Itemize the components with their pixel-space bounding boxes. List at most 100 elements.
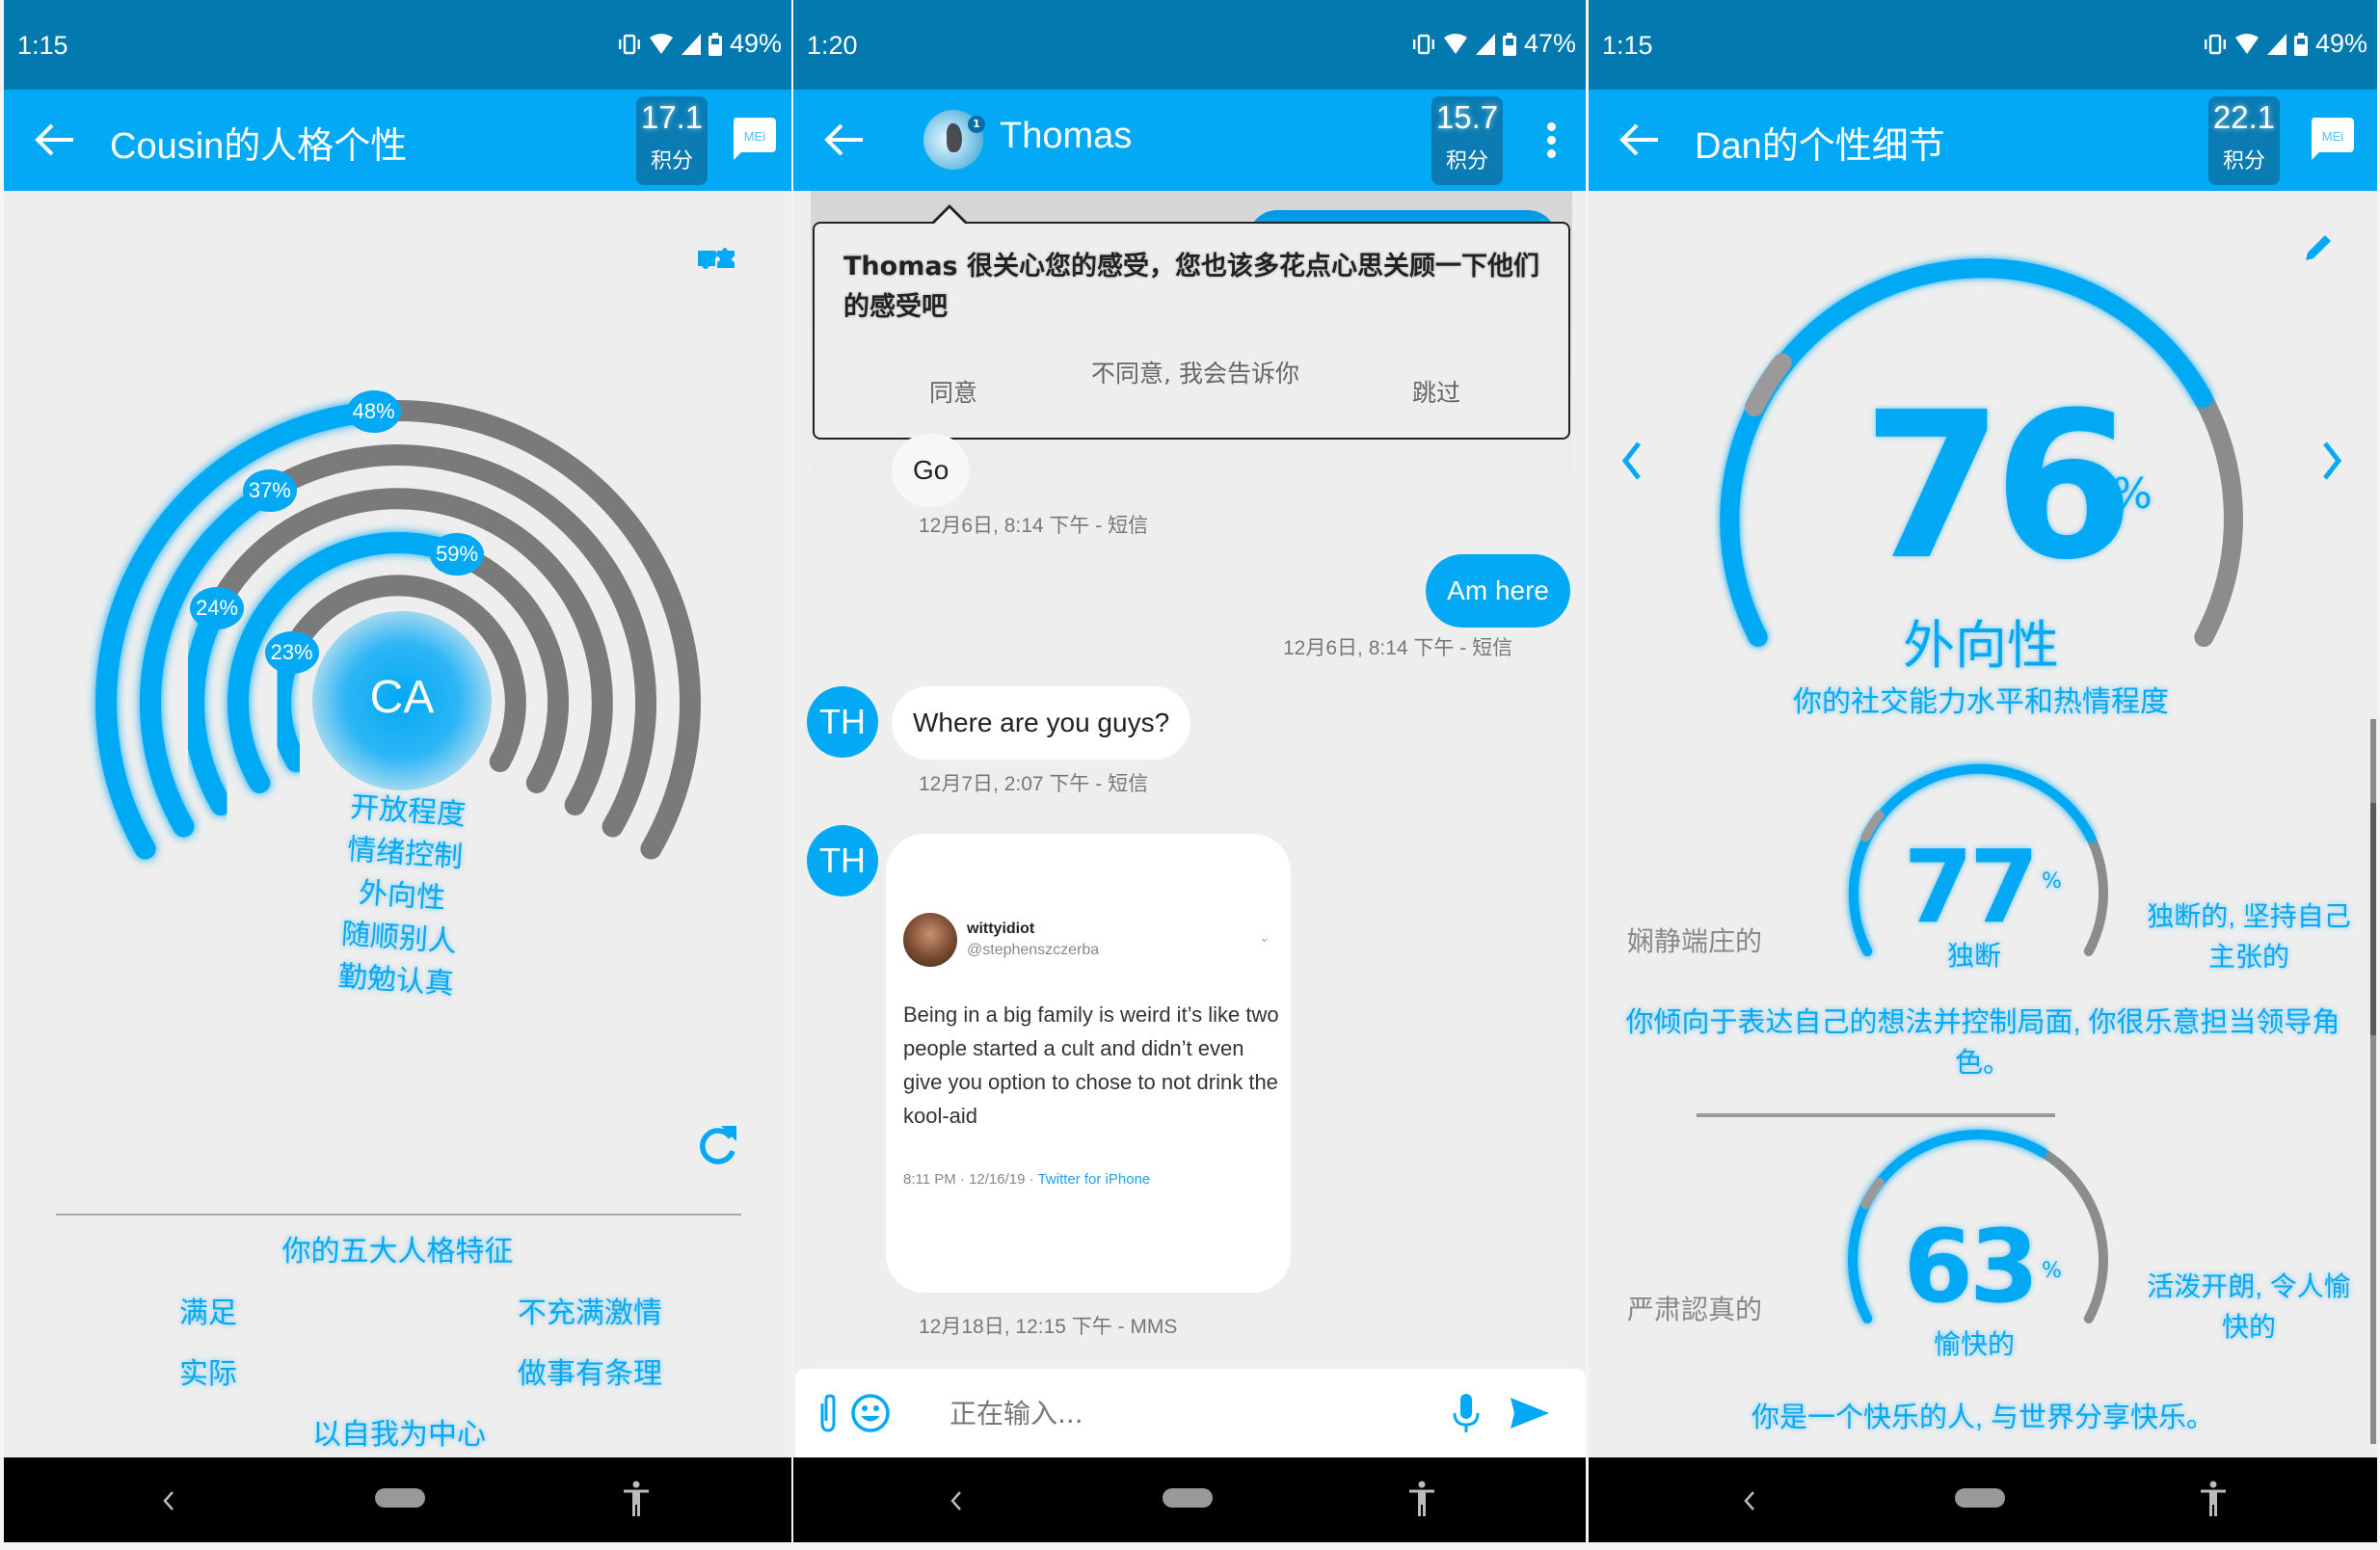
battery-icon xyxy=(2293,32,2308,56)
sender-avatar[interactable]: TH xyxy=(807,686,878,758)
status-icons: 49% xyxy=(618,29,782,59)
message-meta: 12月7日, 2:07 下午 - 短信 xyxy=(919,773,1149,795)
gauge-trait: 愉快的 xyxy=(1933,1329,2015,1359)
score-label: 积分 xyxy=(2222,149,2265,174)
divider xyxy=(56,1214,741,1216)
vibrate-icon xyxy=(1412,34,1434,54)
gauge-description: 你倾向于表达自己的想法并控制局面, 你很乐意担当领导角色。 xyxy=(1625,1007,2340,1079)
score-value: 22.1 xyxy=(2212,99,2276,135)
score-badge[interactable]: 22.1 积分 xyxy=(2208,96,2280,185)
wifi-icon xyxy=(649,33,673,54)
tweet-source: Twitter for iPhone xyxy=(1037,1171,1151,1188)
ring-progress xyxy=(95,401,385,860)
wifi-icon xyxy=(2234,33,2259,54)
back-arrow-icon[interactable] xyxy=(822,120,865,159)
mei-chat-icon[interactable]: MEi xyxy=(732,118,776,160)
status-time: 1:20 xyxy=(807,31,858,60)
emoji-icon[interactable] xyxy=(849,1392,892,1434)
gauge-track xyxy=(2083,832,2108,956)
nav-home-button[interactable] xyxy=(1955,1488,2005,1508)
score-label: 积分 xyxy=(1445,149,1488,174)
main-gauge-track xyxy=(2192,388,2243,647)
avatar-badge: 1 xyxy=(968,116,985,133)
status-bar: 1:15 49% xyxy=(4,0,791,90)
battery-percent: 49% xyxy=(729,29,782,58)
skip-button[interactable]: 跳过 xyxy=(1340,357,1533,413)
status-time: 1:15 xyxy=(1602,31,1653,60)
prev-arrow-icon[interactable] xyxy=(1619,440,1645,482)
page-title: Dan的个性细节 xyxy=(1695,126,1945,167)
message-meta: 12月6日, 8:14 下午 - 短信 xyxy=(919,515,1149,537)
gauge-value: 63 xyxy=(1903,1208,2040,1325)
suggestion-popup: Thomas 很关心您的感受，您也该多花点心思关顾一下他们的感受吧 同意 不同意… xyxy=(813,222,1570,440)
send-icon[interactable] xyxy=(1509,1392,1551,1434)
mei-label: MEi xyxy=(2322,129,2344,144)
next-arrow-icon[interactable] xyxy=(2319,440,2344,482)
disagree-button[interactable]: 不同意, 我会告诉你 xyxy=(1089,357,1301,391)
ring-percent-label: 37% xyxy=(242,469,297,513)
sent-message-bubble[interactable]: Am here xyxy=(1426,554,1570,628)
mms-image-tweet[interactable]: wittyidiot @stephenszczerba ⌄ Being in a… xyxy=(886,834,1291,1293)
message-bubble[interactable]: Where are you guys? xyxy=(892,686,1191,760)
back-arrow-icon[interactable] xyxy=(33,120,75,159)
agree-button[interactable]: 同意 xyxy=(857,357,1050,413)
signal-icon xyxy=(1475,33,1495,55)
scrollbar[interactable] xyxy=(2370,719,2376,1444)
mei-chat-icon[interactable]: MEi xyxy=(2310,118,2354,160)
vibrate-icon xyxy=(618,34,640,54)
trait-list: 开放程度 情绪控制 外向性 随顺别人 勤勉认真 xyxy=(277,783,528,1011)
gauge-value: 77 xyxy=(1903,828,2040,946)
accessibility-icon[interactable] xyxy=(1407,1481,1436,1517)
score-label: 积分 xyxy=(650,149,693,174)
gauge-percent-sign: % xyxy=(2042,1259,2062,1283)
ring-progress xyxy=(183,597,232,815)
more-options-icon[interactable] xyxy=(1545,122,1557,161)
status-bar: 1:15 49% xyxy=(1589,0,2377,90)
battery-icon xyxy=(708,32,722,56)
center-initials-orb[interactable]: CA xyxy=(312,611,492,790)
nav-home-button[interactable] xyxy=(1163,1488,1213,1508)
nav-home-button[interactable] xyxy=(375,1488,425,1508)
score-badge[interactable]: 15.7 积分 xyxy=(1431,96,1503,185)
gauge-marker xyxy=(1860,1177,1885,1210)
popup-message: Thomas 很关心您的感受，您也该多花点心思关顾一下他们的感受吧 xyxy=(843,252,1540,322)
message-input[interactable] xyxy=(949,1388,1383,1438)
scrollbar-thumb[interactable] xyxy=(2370,803,2376,1035)
contact-name[interactable]: Thomas xyxy=(1000,116,1132,157)
battery-percent: 49% xyxy=(2314,29,2367,58)
message-meta: 12月6日, 8:14 下午 - 短信 xyxy=(1283,637,1513,659)
contact-avatar[interactable]: 1 xyxy=(923,110,985,170)
message-meta: 12月18日, 12:15 下午 - MMS xyxy=(919,1316,1178,1338)
microphone-icon[interactable] xyxy=(1445,1392,1487,1434)
gauge-marker xyxy=(1860,810,1885,842)
accessibility-icon[interactable] xyxy=(622,1481,651,1517)
main-gauge-marker xyxy=(1745,353,1792,416)
big5-trait: 以自我为中心 xyxy=(312,1419,486,1451)
score-badge[interactable]: 17.1 积分 xyxy=(636,96,708,185)
message-bubble[interactable]: Go xyxy=(892,434,971,507)
tweet-time: 8:11 PM · 12/16/19 · xyxy=(903,1171,1038,1188)
refresh-icon[interactable] xyxy=(694,1122,740,1168)
chevron-down-icon: ⌄ xyxy=(1259,930,1270,946)
ring-percent-label: 59% xyxy=(430,532,485,575)
big5-trait: 做事有条理 xyxy=(518,1358,662,1390)
nav-bar xyxy=(1589,1457,2377,1542)
wifi-icon xyxy=(1443,33,1467,54)
message-composer xyxy=(795,1369,1586,1457)
nav-back-icon[interactable] xyxy=(154,1486,183,1515)
back-arrow-icon[interactable] xyxy=(1618,120,1660,159)
nav-back-icon[interactable] xyxy=(1735,1486,1764,1515)
sender-avatar[interactable]: TH xyxy=(807,825,878,896)
tweet-footer: 8:11 PM · 12/16/19 · Twitter for iPhone xyxy=(903,1171,1150,1188)
score-value: 15.7 xyxy=(1435,99,1499,135)
page-title: Cousin的人格个性 xyxy=(110,126,408,167)
message-list: Thomas 很关心您的感受，您也该多花点心思关顾一下他们的感受吧 同意 不同意… xyxy=(793,191,1586,1457)
tweet-avatar xyxy=(903,913,957,967)
attachment-icon[interactable] xyxy=(807,1392,849,1434)
nav-back-icon[interactable] xyxy=(942,1486,971,1515)
status-icons: 47% xyxy=(1412,29,1576,59)
nav-bar xyxy=(4,1457,791,1542)
app-bar: Cousin的人格个性 17.1 积分 MEi xyxy=(4,90,791,191)
gauge-percent-sign: % xyxy=(2042,869,2062,894)
accessibility-icon[interactable] xyxy=(2199,1481,2228,1517)
